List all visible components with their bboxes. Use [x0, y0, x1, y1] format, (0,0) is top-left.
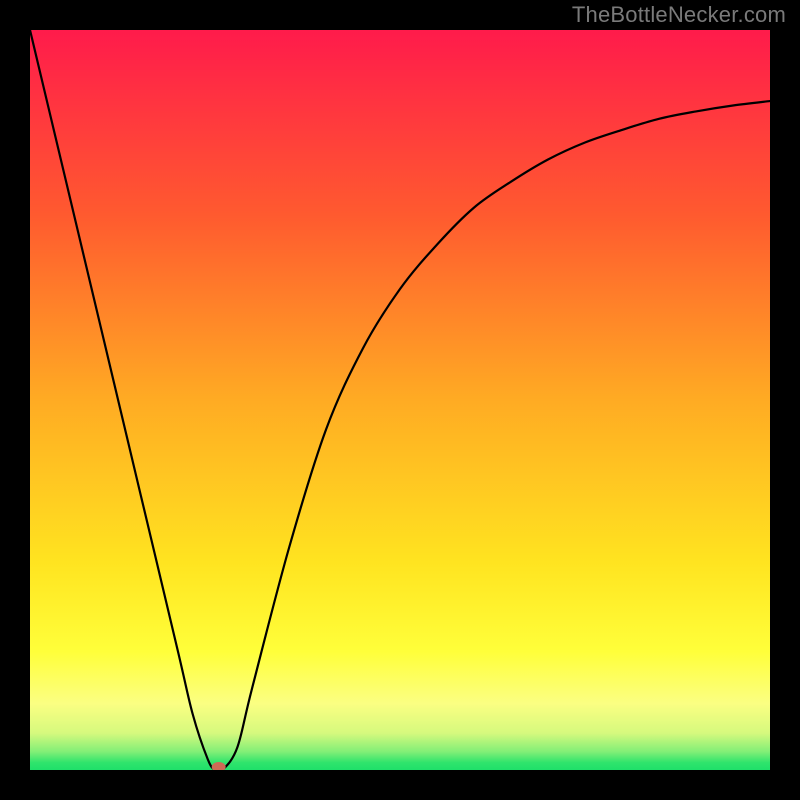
chart-frame: TheBottleNecker.com	[0, 0, 800, 800]
attribution-text: TheBottleNecker.com	[572, 2, 786, 28]
plot-area	[30, 30, 770, 770]
chart-svg	[30, 30, 770, 770]
gradient-background	[30, 30, 770, 770]
